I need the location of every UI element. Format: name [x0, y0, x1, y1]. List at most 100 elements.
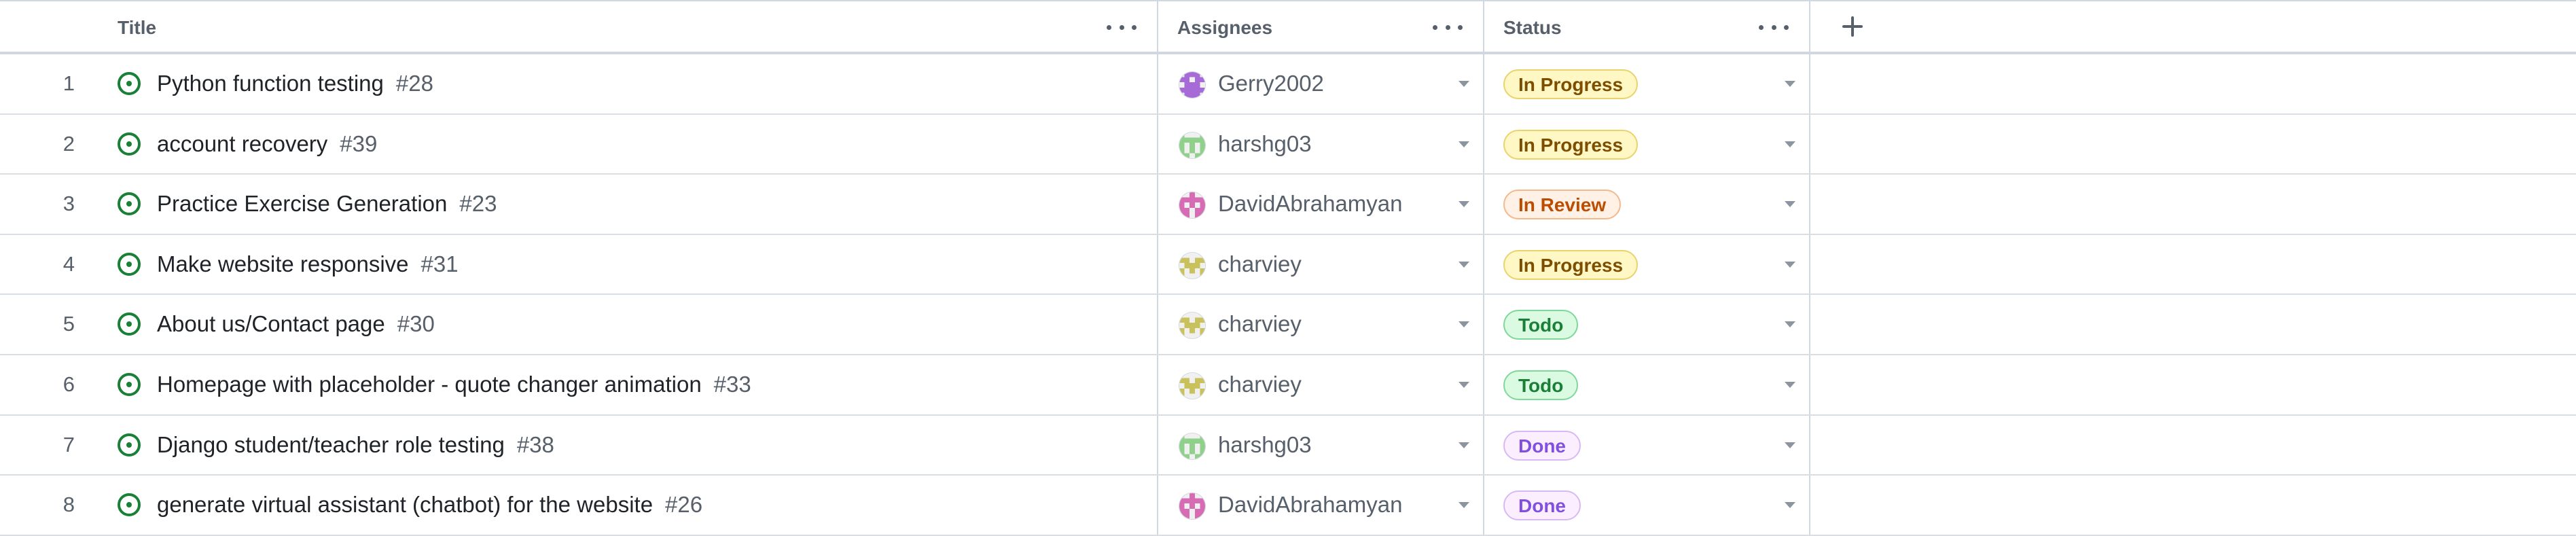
assignee-name: DavidAbrahamyan — [1218, 191, 1403, 217]
open-issue-icon — [118, 132, 141, 156]
row-number: 3 — [62, 192, 75, 216]
add-field-plus-icon[interactable] — [1841, 15, 1864, 38]
status-cell[interactable]: Done — [1484, 476, 1810, 535]
table-row[interactable]: 6 Homepage with placeholder - quote chan… — [0, 355, 2576, 416]
title-cell[interactable]: Python function testing #28 — [99, 54, 1158, 113]
issue-title: Practice Exercise Generation — [157, 191, 448, 217]
assignees-column-menu-icon[interactable] — [1433, 19, 1463, 35]
open-issue-icon — [118, 312, 141, 336]
title-column-menu-icon[interactable] — [1107, 19, 1137, 35]
status-dropdown-icon[interactable] — [1785, 502, 1795, 509]
assignee-dropdown-icon[interactable] — [1459, 141, 1469, 147]
issue-number: #31 — [421, 251, 459, 276]
assignee-dropdown-icon[interactable] — [1459, 381, 1469, 388]
open-issue-icon — [118, 372, 141, 396]
status-column-menu-icon[interactable] — [1759, 19, 1789, 35]
assignee-dropdown-icon[interactable] — [1459, 261, 1469, 268]
status-dropdown-icon[interactable] — [1785, 442, 1795, 448]
issue-number: #39 — [340, 130, 378, 156]
status-cell[interactable]: Todo — [1484, 295, 1810, 354]
open-issue-icon — [118, 493, 141, 517]
status-cell[interactable]: In Progress — [1484, 234, 1810, 294]
issue-title-link[interactable]: About us/Contact page #30 — [157, 295, 435, 353]
assignee-dropdown-icon[interactable] — [1459, 201, 1469, 208]
issue-title-link[interactable]: Python function testing #28 — [157, 54, 433, 113]
row-number-cell: 6 — [0, 355, 99, 414]
assignee-cell[interactable]: DavidAbrahamyan — [1158, 175, 1484, 234]
assignee-dropdown-icon[interactable] — [1459, 321, 1469, 328]
assignee-dropdown-icon[interactable] — [1459, 502, 1469, 509]
assignee-cell[interactable]: harshg03 — [1158, 114, 1484, 174]
assignee-cell[interactable]: harshg03 — [1158, 415, 1484, 475]
table-row[interactable]: 8 generate virtual assistant (chatbot) f… — [0, 476, 2576, 536]
avatar — [1179, 493, 1206, 520]
issue-title: Python function testing — [157, 71, 384, 96]
assignee-cell[interactable]: charviey — [1158, 355, 1484, 414]
status-badge[interactable]: Todo — [1503, 370, 1579, 400]
open-issue-icon — [118, 72, 141, 95]
row-number-cell: 3 — [0, 175, 99, 234]
status-dropdown-icon[interactable] — [1785, 381, 1795, 388]
status-dropdown-icon[interactable] — [1785, 81, 1795, 87]
assignees-column-header[interactable]: Assignees — [1158, 1, 1484, 52]
table-row[interactable]: 7 Django student/teacher role testing #38… — [0, 415, 2576, 476]
table-row[interactable]: 4 Make website responsive #31 charviey In… — [0, 234, 2576, 296]
status-badge[interactable]: In Progress — [1503, 69, 1639, 99]
issue-title-link[interactable]: generate virtual assistant (chatbot) for… — [157, 476, 702, 534]
title-cell[interactable]: Django student/teacher role testing #38 — [99, 415, 1158, 475]
table-header: Title Assignees Status — [0, 1, 2576, 54]
assignee-name: harshg03 — [1218, 130, 1312, 156]
row-number-cell: 4 — [0, 235, 99, 294]
issue-number: #26 — [665, 492, 703, 518]
title-header-label: Title — [118, 17, 157, 38]
issue-title-link[interactable]: account recovery #39 — [157, 115, 377, 173]
assignees-header-label: Assignees — [1177, 17, 1273, 38]
assignee-cell[interactable]: charviey — [1158, 295, 1484, 354]
issue-title-link[interactable]: Practice Exercise Generation #23 — [157, 175, 497, 233]
table-row[interactable]: 1 Python function testing #28 Gerry2002 I… — [0, 54, 2576, 115]
issue-title-link[interactable]: Homepage with placeholder - quote change… — [157, 355, 751, 414]
issue-title-link[interactable]: Make website responsive #31 — [157, 235, 459, 293]
status-badge[interactable]: Todo — [1503, 310, 1579, 340]
avatar — [1179, 372, 1206, 399]
issue-number: #23 — [459, 191, 497, 217]
assignee-cell[interactable]: charviey — [1158, 234, 1484, 294]
assignee-cell[interactable]: Gerry2002 — [1158, 54, 1484, 113]
status-badge[interactable]: In Progress — [1503, 249, 1639, 280]
title-column-header[interactable]: Title — [99, 1, 1158, 52]
status-badge[interactable]: Done — [1503, 430, 1581, 461]
table-row[interactable]: 2 account recovery #39 harshg03 In Progre… — [0, 114, 2576, 175]
issue-title-link[interactable]: Django student/teacher role testing #38 — [157, 416, 554, 474]
status-badge[interactable]: In Review — [1503, 190, 1622, 220]
status-column-header[interactable]: Status — [1484, 1, 1810, 52]
title-cell[interactable]: About us/Contact page #30 — [99, 295, 1158, 354]
status-cell[interactable]: Todo — [1484, 355, 1810, 414]
status-cell[interactable]: Done — [1484, 415, 1810, 475]
title-cell[interactable]: generate virtual assistant (chatbot) for… — [99, 476, 1158, 535]
assignee-name: charviey — [1218, 311, 1302, 337]
assignee-dropdown-icon[interactable] — [1459, 81, 1469, 87]
status-badge[interactable]: In Progress — [1503, 129, 1639, 160]
title-cell[interactable]: Practice Exercise Generation #23 — [99, 175, 1158, 234]
table-row[interactable]: 3 Practice Exercise Generation #23 DavidA… — [0, 175, 2576, 235]
title-cell[interactable]: Homepage with placeholder - quote change… — [99, 355, 1158, 414]
row-number-header — [0, 1, 99, 52]
status-cell[interactable]: In Review — [1484, 175, 1810, 234]
status-dropdown-icon[interactable] — [1785, 201, 1795, 208]
assignee-cell[interactable]: DavidAbrahamyan — [1158, 476, 1484, 535]
assignee-dropdown-icon[interactable] — [1459, 442, 1469, 448]
status-dropdown-icon[interactable] — [1785, 321, 1795, 328]
avatar — [1179, 312, 1206, 340]
status-cell[interactable]: In Progress — [1484, 54, 1810, 113]
status-dropdown-icon[interactable] — [1785, 141, 1795, 147]
open-issue-icon — [118, 252, 141, 276]
issue-title: Make website responsive — [157, 251, 409, 276]
table-row[interactable]: 5 About us/Contact page #30 charviey Todo — [0, 295, 2576, 355]
title-cell[interactable]: Make website responsive #31 — [99, 234, 1158, 294]
row-number-cell: 7 — [0, 416, 99, 475]
status-badge[interactable]: Done — [1503, 490, 1581, 521]
title-cell[interactable]: account recovery #39 — [99, 114, 1158, 174]
status-cell[interactable]: In Progress — [1484, 114, 1810, 174]
row-number-cell: 5 — [0, 295, 99, 354]
status-dropdown-icon[interactable] — [1785, 261, 1795, 268]
